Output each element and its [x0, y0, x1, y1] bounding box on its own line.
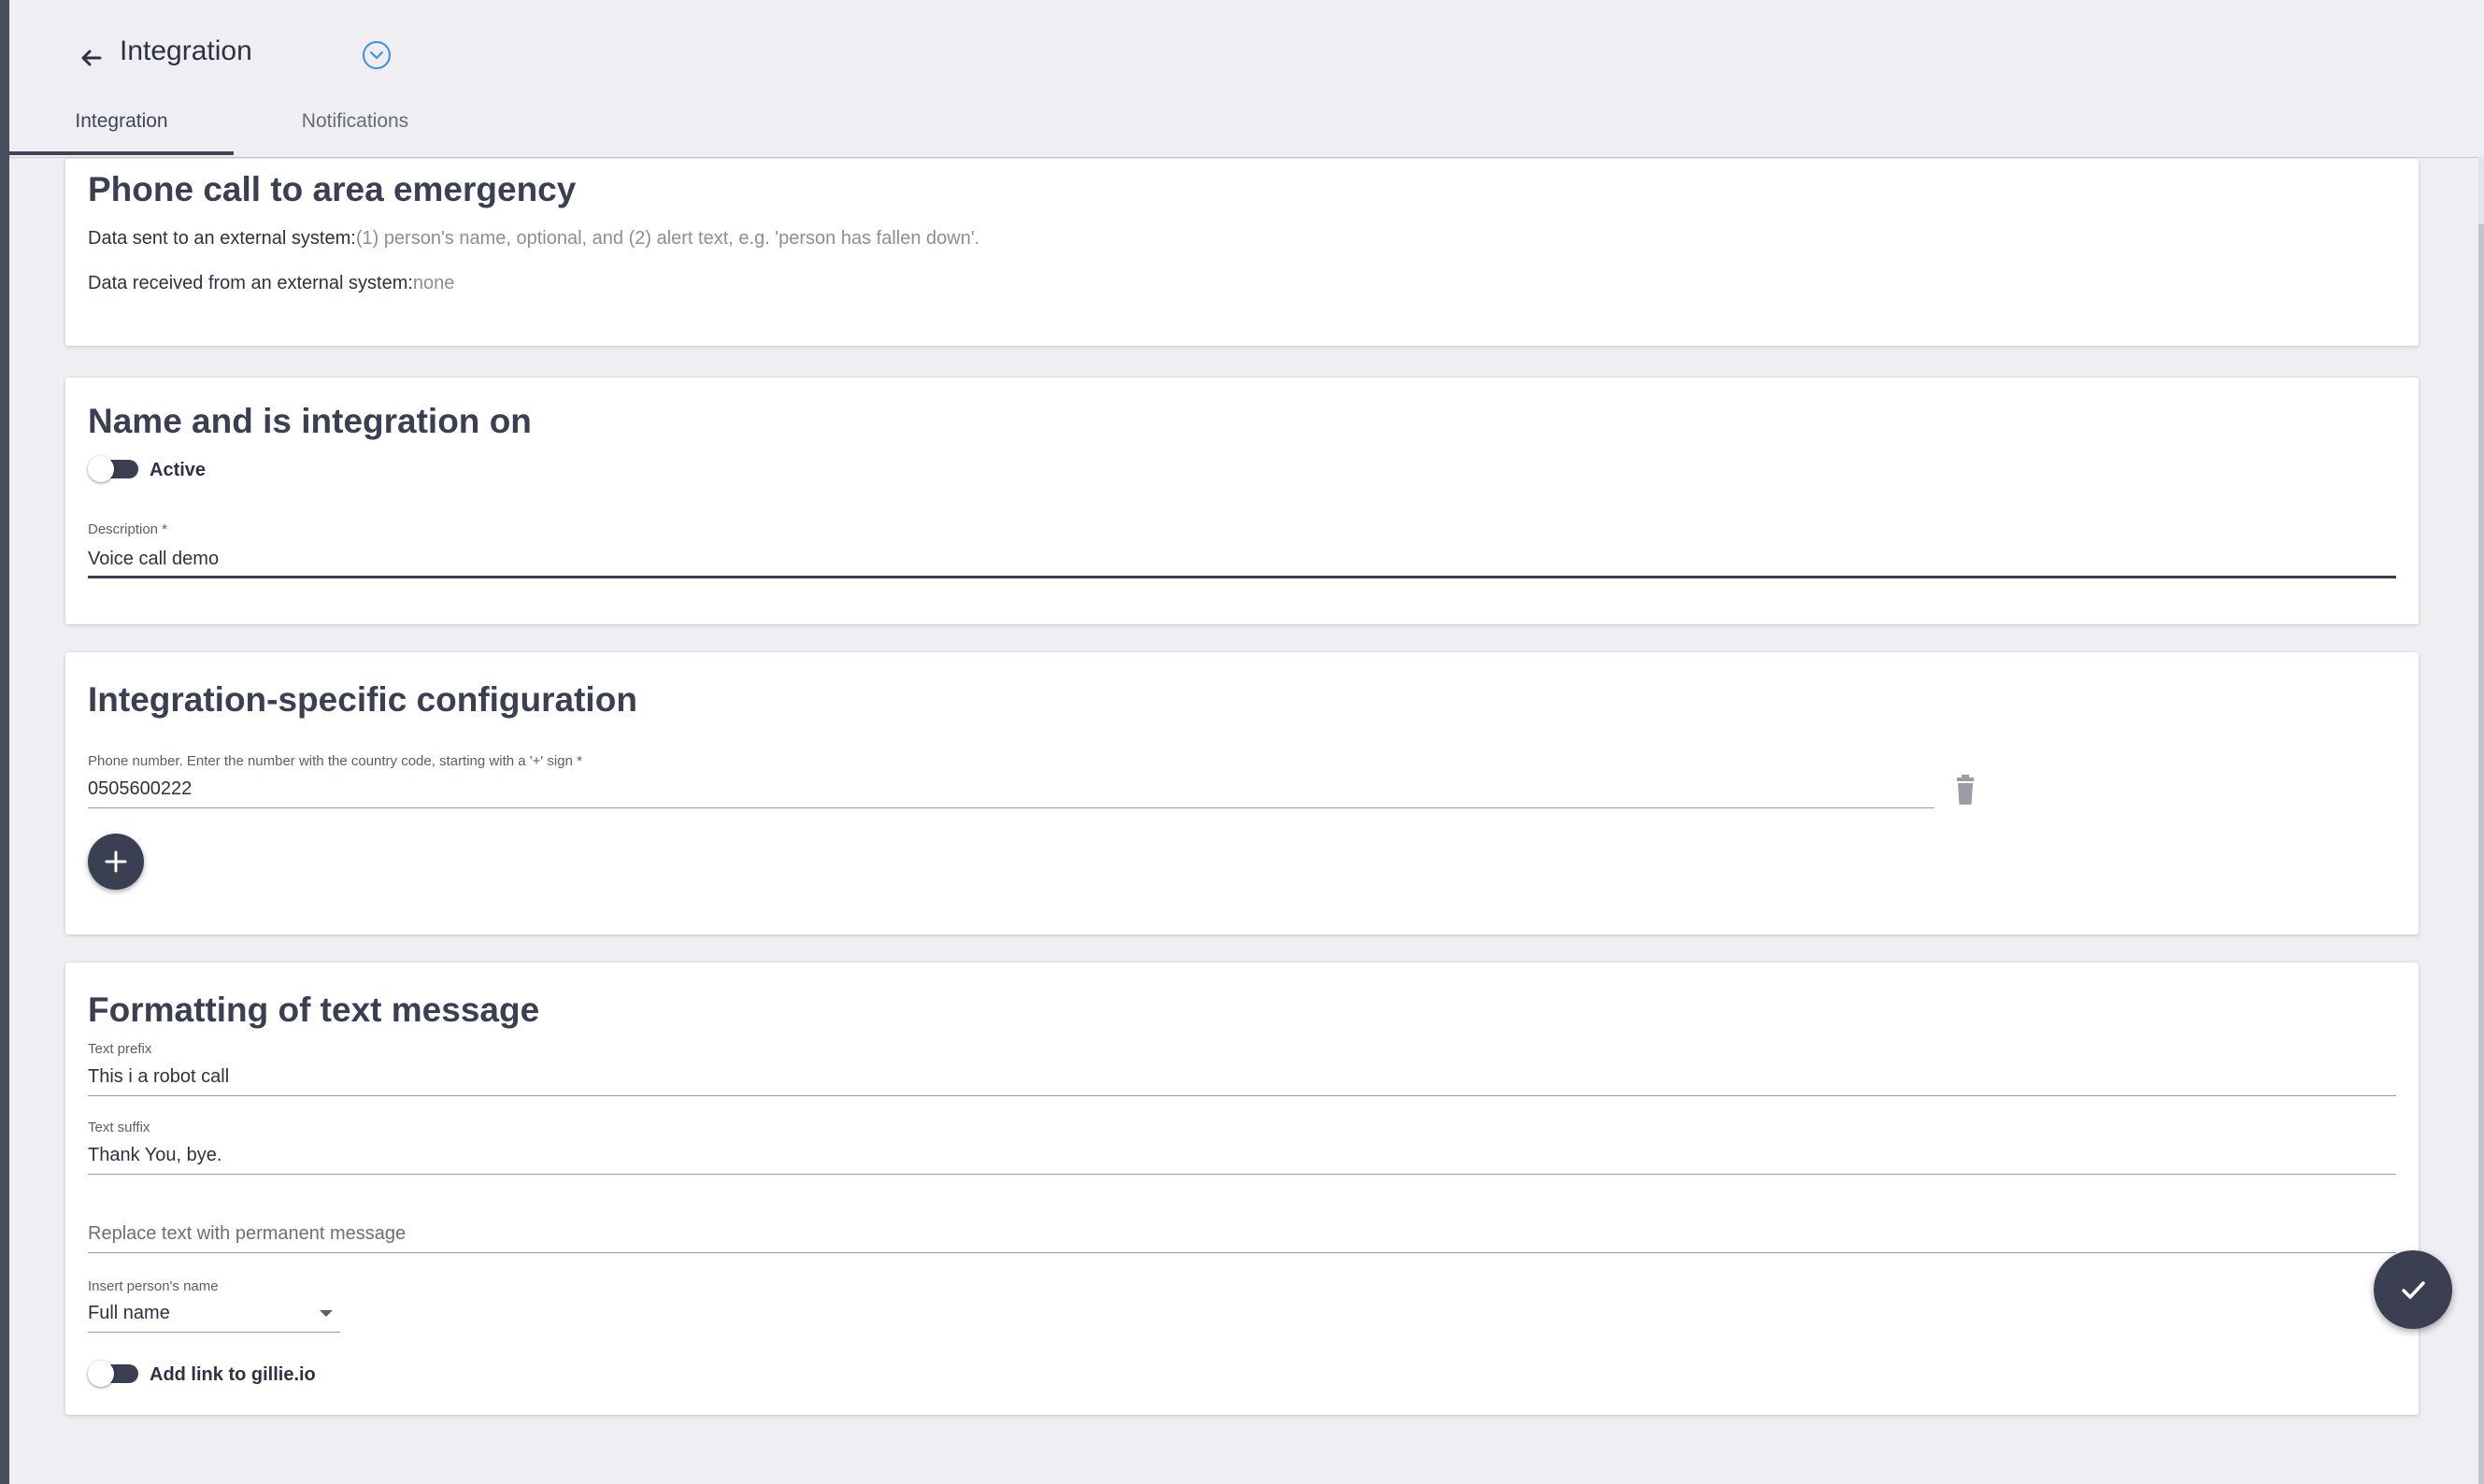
replace-text-field[interactable]	[88, 1220, 2396, 1247]
page-title: Integration	[120, 36, 252, 66]
active-toggle[interactable]	[88, 456, 140, 482]
collapse-toggle-button[interactable]	[361, 39, 393, 71]
text-prefix-underline	[88, 1095, 2396, 1096]
data-sent-row: Data sent to an external system:(1) pers…	[88, 228, 979, 250]
caret-down-icon	[320, 1310, 333, 1317]
tab-integration[interactable]: Integration	[9, 93, 234, 155]
toggle-knob	[88, 456, 114, 482]
data-sent-value: (1) person's name, optional, and (2) ale…	[355, 228, 980, 249]
description-field[interactable]	[88, 546, 2396, 572]
card-title: Integration-specific configuration	[88, 680, 637, 719]
data-received-label: Data received from an external system:	[88, 273, 413, 293]
check-icon	[2402, 1281, 2425, 1299]
integration-config-card: Integration-specific configuration Phone…	[65, 652, 2419, 935]
phone-number-field[interactable]	[88, 776, 1934, 802]
trash-icon	[1957, 775, 1974, 805]
insert-name-value: Full name	[88, 1303, 170, 1323]
plus-icon	[105, 850, 127, 873]
add-link-toggle-label: Add link to gillie.io	[150, 1364, 316, 1385]
toggle-knob	[88, 1361, 114, 1387]
delete-phone-button[interactable]	[1949, 774, 1981, 807]
back-button[interactable]	[69, 36, 114, 80]
text-prefix-label: Text prefix	[88, 1041, 152, 1057]
active-toggle-label: Active	[150, 460, 207, 480]
add-link-toggle[interactable]	[88, 1361, 140, 1387]
save-button[interactable]	[2374, 1250, 2452, 1329]
add-phone-button[interactable]	[88, 834, 144, 890]
text-prefix-field[interactable]	[88, 1063, 2396, 1090]
insert-name-select[interactable]: Full name	[88, 1299, 340, 1333]
data-sent-label: Data sent to an external system:	[88, 228, 356, 249]
card-title: Formatting of text message	[88, 991, 540, 1029]
chevron-down-circle-icon	[363, 41, 391, 69]
left-edge-strip	[0, 0, 9, 1484]
phone-number-underline	[88, 807, 1934, 808]
card-title: Name and is integration on	[88, 402, 532, 440]
tab-bar: Integration Notifications	[9, 93, 2478, 158]
phone-number-label: Phone number. Enter the number with the …	[88, 753, 582, 769]
page-header: Integration Integration Notifications	[9, 0, 2478, 158]
text-formatting-card: Formatting of text message Text prefix T…	[65, 963, 2419, 1415]
card-title: Phone call to area emergency	[88, 170, 577, 208]
arrow-left-icon	[81, 50, 102, 66]
text-suffix-field[interactable]	[88, 1142, 2396, 1168]
insert-name-underline	[88, 1332, 340, 1333]
data-received-row: Data received from an external system:no…	[88, 273, 454, 294]
description-underline	[88, 576, 2396, 578]
scrollbar-thumb[interactable]	[2478, 224, 2484, 1484]
replace-text-underline	[88, 1252, 2396, 1253]
tab-notifications[interactable]: Notifications	[252, 93, 458, 155]
text-suffix-underline	[88, 1174, 2396, 1175]
name-active-card: Name and is integration on Active Descri…	[65, 378, 2419, 624]
integration-info-card: Phone call to area emergency Data sent t…	[65, 159, 2419, 346]
insert-name-label: Insert person's name	[88, 1278, 219, 1294]
description-label: Description *	[88, 521, 168, 537]
text-suffix-label: Text suffix	[88, 1120, 150, 1135]
data-received-value: none	[412, 273, 455, 293]
